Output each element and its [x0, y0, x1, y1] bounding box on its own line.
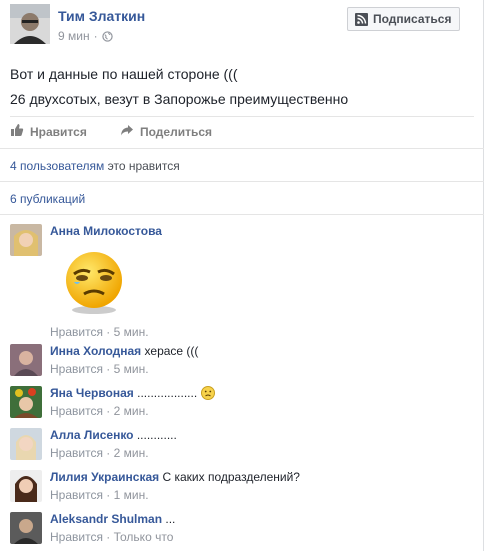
author-avatar[interactable]: [10, 4, 50, 44]
meta-dot: ·: [102, 446, 114, 460]
comment-body: Яна Червоная .................. Нравится…: [50, 386, 215, 419]
commenter-name[interactable]: Инна Холодная: [50, 344, 141, 358]
post-line: 26 двухсотых, везут в Запорожье преимуще…: [10, 91, 349, 107]
comment-text: ..................: [137, 386, 198, 400]
post-actions: Нравится Поделиться: [10, 116, 474, 146]
divider: [0, 148, 484, 149]
commenter-avatar[interactable]: [10, 386, 42, 418]
subscribe-label: Подписаться: [373, 12, 452, 26]
globe-icon[interactable]: [101, 30, 113, 42]
divider: [0, 181, 484, 182]
comment-meta: Нравится · Только что: [50, 530, 175, 545]
comment-meta: Нравится · 2 мин.: [50, 404, 215, 419]
commenter-avatar[interactable]: [10, 428, 42, 460]
like-label: Нравится: [30, 124, 87, 139]
sad-emoji-icon: [200, 386, 215, 400]
rss-icon: [355, 12, 368, 26]
commenter-avatar[interactable]: [10, 470, 42, 502]
comment-meta: Нравится · 5 мин.: [50, 362, 198, 377]
commenter-name[interactable]: Aleksandr Shulman: [50, 512, 162, 526]
comment-like-link[interactable]: Нравится: [50, 325, 103, 339]
share-label: Поделиться: [140, 124, 213, 139]
divider: [0, 214, 484, 215]
likes-suffix: это нравится: [107, 159, 180, 173]
comment-text: херасе (((: [144, 344, 199, 358]
comment-like-link[interactable]: Нравится: [50, 404, 103, 418]
comment-meta: Нравится · 5 мин.: [50, 325, 149, 339]
comment-time[interactable]: 5 мин.: [114, 325, 149, 339]
comment-like-link[interactable]: Нравится: [50, 362, 103, 376]
comment-time[interactable]: 1 мин.: [114, 488, 149, 502]
comment-text: С каких подразделений?: [162, 470, 300, 484]
author-name[interactable]: Тим Златкин: [58, 8, 145, 24]
comment-like-link[interactable]: Нравится: [50, 446, 103, 460]
post-card: Тим Златкин 9 мин · Подписаться Вот и да…: [0, 0, 484, 551]
comment-time[interactable]: 2 мин.: [114, 446, 149, 460]
comment-text: ...: [165, 512, 176, 526]
comment-meta: Нравится · 1 мин.: [50, 488, 300, 503]
post-line: Вот и данные по нашей стороне (((: [10, 66, 238, 82]
post-header: Тим Златкин 9 мин · Подписаться: [0, 0, 484, 52]
post-text: Вот и данные по нашей стороне ((( 26 дву…: [10, 62, 348, 112]
comment-body: Анна Милокостова: [50, 224, 162, 239]
comment-time[interactable]: 2 мин.: [114, 404, 149, 418]
commenter-name[interactable]: Лилия Украинская: [50, 470, 159, 484]
sad-face-sticker: [60, 248, 130, 318]
commenter-name[interactable]: Яна Червоная: [50, 386, 134, 400]
post-meta: 9 мин ·: [58, 29, 113, 43]
post-time[interactable]: 9 мин: [58, 29, 90, 43]
commenter-avatar[interactable]: [10, 512, 42, 544]
meta-dot: ·: [102, 530, 114, 544]
share-button[interactable]: Поделиться: [120, 123, 212, 140]
share-arrow-icon: [120, 123, 134, 140]
shares-link[interactable]: 6 публикаций: [10, 192, 85, 206]
subscribe-button[interactable]: Подписаться: [347, 7, 460, 31]
meta-dot: ·: [102, 488, 114, 502]
comment-like-link[interactable]: Нравится: [50, 488, 103, 502]
meta-dot: ·: [102, 325, 114, 339]
commenter-name[interactable]: Алла Лисенко: [50, 428, 134, 442]
meta-dot: ·: [102, 404, 114, 418]
comment-body: Инна Холодная херасе ((( Нравится · 5 ми…: [50, 344, 198, 377]
comment-body: Алла Лисенко ............ Нравится · 2 м…: [50, 428, 177, 461]
comment-time[interactable]: 5 мин.: [114, 362, 149, 376]
commenter-avatar[interactable]: [10, 344, 42, 376]
meta-dot: ·: [93, 29, 98, 43]
comment-body: Лилия Украинская С каких подразделений? …: [50, 470, 300, 503]
comment-like-link[interactable]: Нравится: [50, 530, 103, 544]
comment-body: Aleksandr Shulman ... Нравится · Только …: [50, 512, 175, 545]
comment-meta: Нравится · 2 мин.: [50, 446, 177, 461]
like-button[interactable]: Нравится: [10, 123, 87, 140]
commenter-avatar[interactable]: [10, 224, 42, 256]
comment-text: ............: [136, 428, 177, 442]
likes-count-link[interactable]: 4 пользователям: [10, 159, 104, 173]
comment-time[interactable]: Только что: [114, 530, 174, 544]
thumbs-up-icon: [10, 123, 24, 140]
likes-summary: 4 пользователям это нравится: [10, 159, 180, 173]
commenter-name[interactable]: Анна Милокостова: [50, 224, 162, 238]
meta-dot: ·: [102, 362, 114, 376]
